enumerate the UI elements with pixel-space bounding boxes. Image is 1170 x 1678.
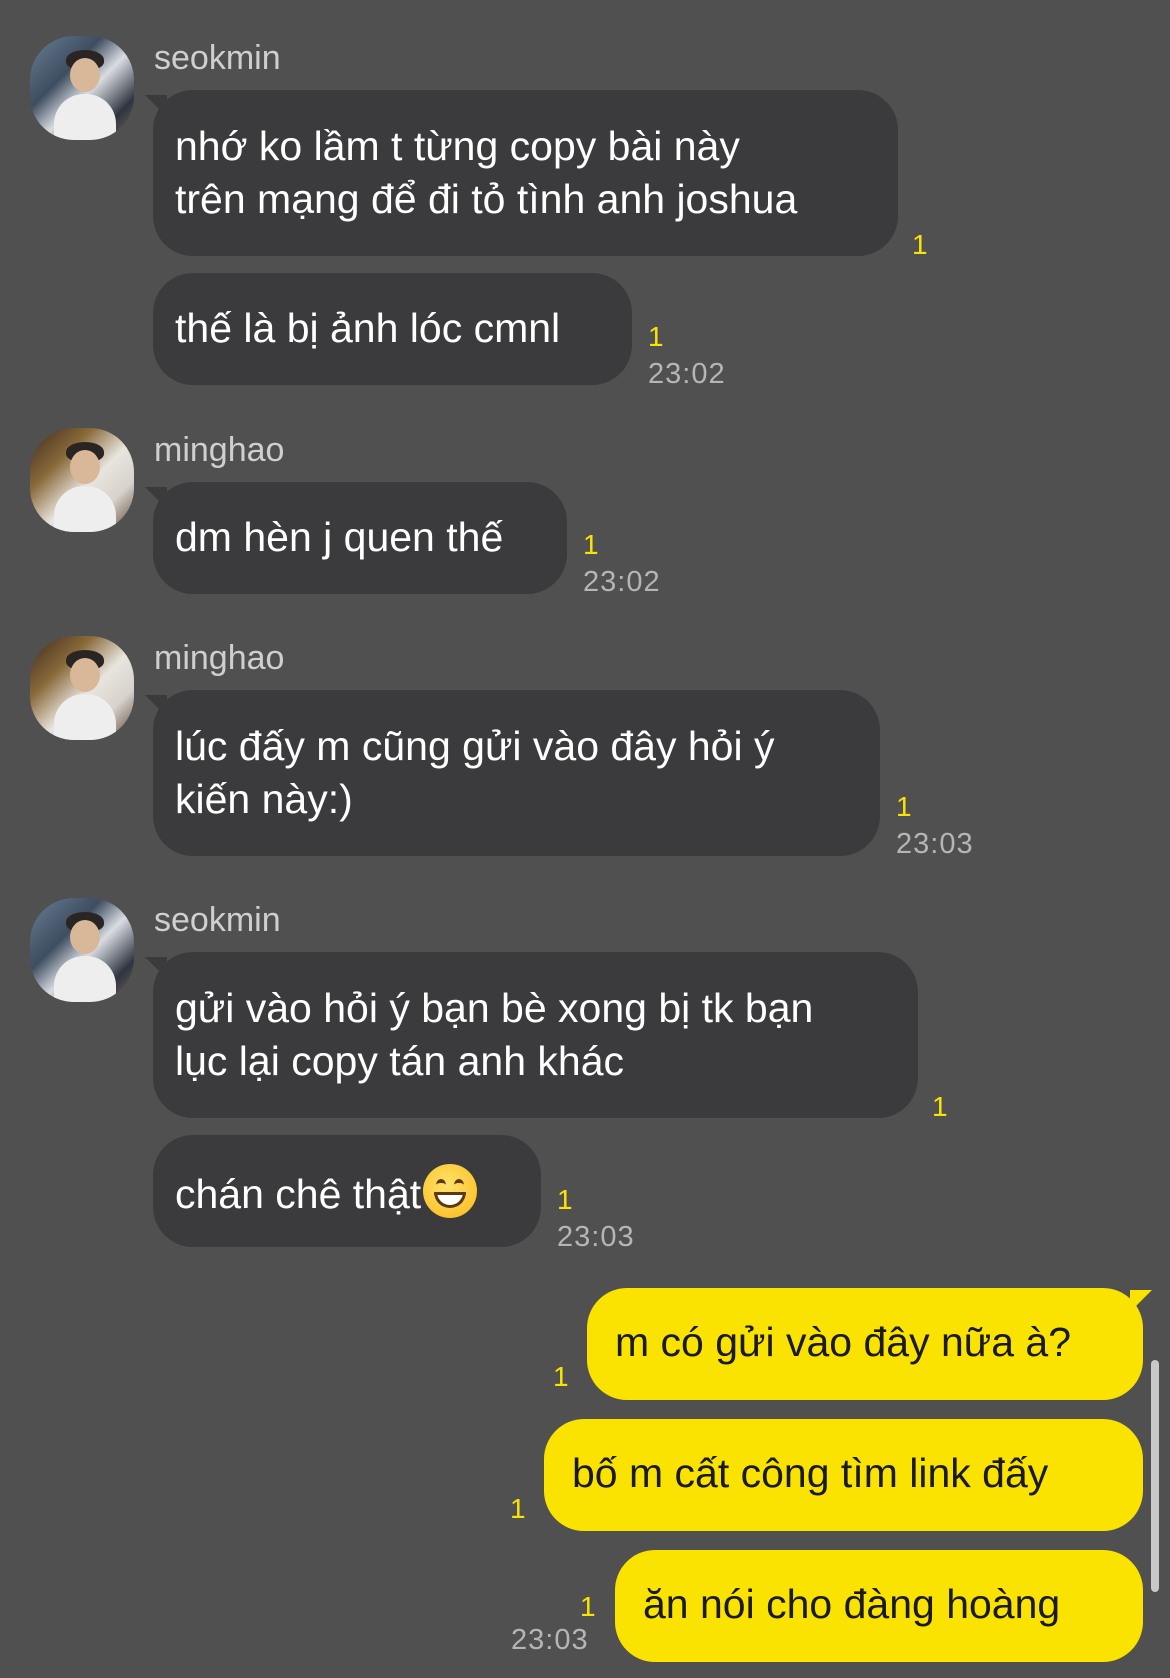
message-bubble[interactable]: nhớ ko lầm t từng copy bài này trên mạng…: [153, 90, 898, 256]
message-text: chán chê thật: [175, 1171, 422, 1217]
message-text: thế là bị ảnh lóc cmnl: [175, 305, 561, 351]
timestamp: 23:03: [511, 1624, 589, 1656]
message-bubble[interactable]: lúc đấy m cũng gửi vào đây hỏi ý kiến nà…: [153, 690, 880, 856]
timestamp: 23:03: [557, 1221, 635, 1253]
read-count: 1: [932, 1091, 948, 1122]
message-text: gửi vào hỏi ý bạn bè xong bị tk bạn: [175, 985, 814, 1031]
message-bubble[interactable]: bố m cất công tìm link đấy: [544, 1419, 1143, 1531]
read-count: 1: [510, 1493, 526, 1524]
scrollbar[interactable]: [1151, 1360, 1159, 1592]
read-count: 1: [557, 1184, 573, 1215]
message-text: lúc đấy m cũng gửi vào đây hỏi ý: [175, 723, 775, 769]
timestamp: 23:02: [583, 566, 661, 598]
chat-view[interactable]: seokmin nhớ ko lầm t từng copy bài này t…: [0, 0, 1170, 1678]
message-bubble[interactable]: dm hèn j quen thế: [153, 482, 567, 594]
grinning-face-emoji: [423, 1164, 478, 1218]
message-text: kiến này:): [175, 776, 353, 822]
sender-name: seokmin: [154, 39, 281, 77]
message-text: dm hèn j quen thế: [175, 514, 504, 560]
message-bubble[interactable]: thế là bị ảnh lóc cmnl: [153, 273, 632, 385]
avatar-seokmin[interactable]: [30, 898, 134, 1002]
message-text: m có gửi vào đây nữa à?: [615, 1319, 1072, 1365]
timestamp: 23:03: [896, 828, 974, 860]
avatar-minghao[interactable]: [30, 636, 134, 740]
read-count: 1: [553, 1361, 569, 1392]
message-text: bố m cất công tìm link đấy: [572, 1450, 1049, 1496]
message-text: trên mạng để đi tỏ tình anh joshua: [175, 176, 798, 222]
message-bubble[interactable]: chán chê thật: [153, 1135, 541, 1247]
sender-name: seokmin: [154, 901, 281, 939]
read-count: 1: [648, 321, 664, 352]
message-text: lục lại copy tán anh khác: [175, 1038, 624, 1084]
avatar-minghao[interactable]: [30, 428, 134, 532]
message-text: ăn nói cho đàng hoàng: [643, 1581, 1061, 1627]
read-count: 1: [896, 791, 912, 822]
sender-name: minghao: [154, 431, 285, 469]
read-count: 1: [912, 229, 928, 260]
read-count: 1: [580, 1591, 596, 1622]
avatar-seokmin[interactable]: [30, 36, 134, 140]
message-text: nhớ ko lầm t từng copy bài này: [175, 123, 740, 169]
sender-name: minghao: [154, 639, 285, 677]
timestamp: 23:02: [648, 358, 726, 390]
message-bubble[interactable]: m có gửi vào đây nữa à?: [587, 1288, 1143, 1400]
message-bubble[interactable]: gửi vào hỏi ý bạn bè xong bị tk bạn lục …: [153, 952, 918, 1118]
message-bubble[interactable]: ăn nói cho đàng hoàng: [615, 1550, 1143, 1662]
read-count: 1: [583, 529, 599, 560]
